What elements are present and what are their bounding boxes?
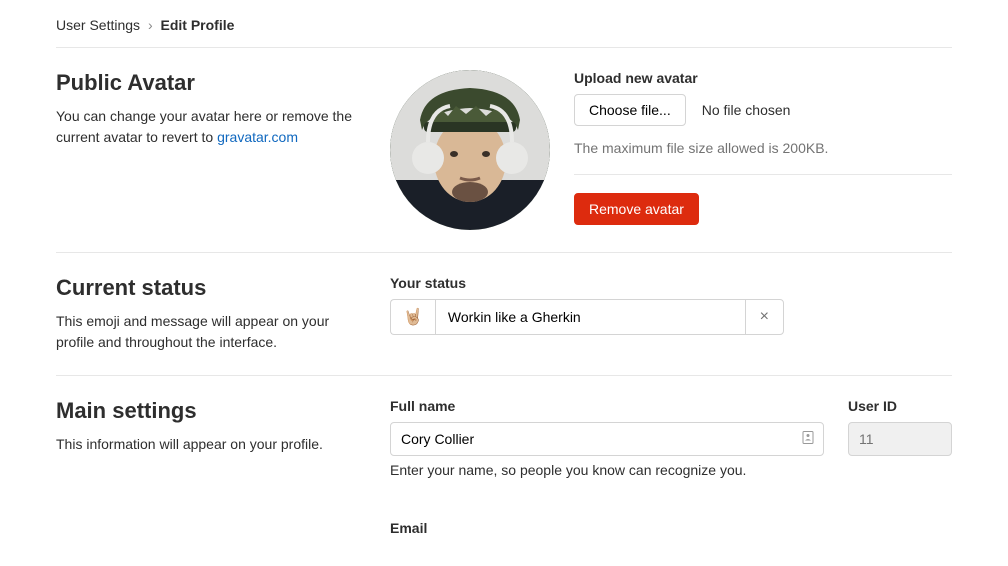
status-section-desc: This emoji and message will appear on yo… [56, 311, 366, 353]
fullname-help: Enter your name, so people you know can … [390, 462, 824, 478]
fullname-input[interactable] [390, 422, 824, 456]
userid-input [848, 422, 952, 456]
contact-icon [802, 431, 814, 448]
userid-label: User ID [848, 398, 952, 414]
status-label: Your status [390, 275, 952, 291]
status-section-title: Current status [56, 275, 366, 301]
main-settings-section: Main settings This information will appe… [56, 376, 952, 566]
chevron-right-icon: › [148, 17, 153, 33]
avatar-image [390, 70, 550, 230]
status-emoji-picker[interactable]: 🤘🏼 [390, 299, 435, 335]
public-avatar-section: Public Avatar You can change your avatar… [56, 48, 952, 253]
upload-avatar-label: Upload new avatar [574, 70, 952, 86]
close-icon: × [760, 308, 769, 326]
breadcrumb: User Settings › Edit Profile [56, 15, 952, 48]
status-message-input[interactable] [435, 299, 745, 335]
clear-status-button[interactable]: × [745, 299, 784, 335]
breadcrumb-current: Edit Profile [161, 17, 235, 33]
breadcrumb-parent[interactable]: User Settings [56, 17, 140, 33]
fullname-label: Full name [390, 398, 824, 414]
avatar-section-title: Public Avatar [56, 70, 366, 96]
main-section-title: Main settings [56, 398, 366, 424]
email-label: Email [390, 520, 952, 536]
current-status-section: Current status This emoji and message wi… [56, 253, 952, 376]
main-section-desc: This information will appear on your pro… [56, 434, 366, 455]
gravatar-link[interactable]: gravatar.com [217, 129, 298, 145]
file-status-text: No file chosen [702, 102, 791, 118]
choose-file-button[interactable]: Choose file... [574, 94, 686, 126]
divider [574, 174, 952, 175]
avatar-section-desc: You can change your avatar here or remov… [56, 106, 366, 148]
remove-avatar-button[interactable]: Remove avatar [574, 193, 699, 225]
file-size-hint: The maximum file size allowed is 200KB. [574, 140, 952, 156]
